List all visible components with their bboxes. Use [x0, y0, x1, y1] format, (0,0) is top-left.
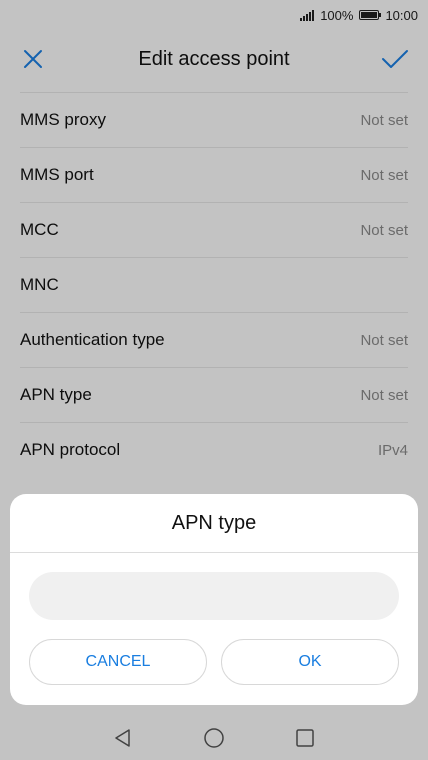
ok-button[interactable]: OK	[221, 639, 399, 685]
apn-type-dialog: APN type CANCEL OK	[10, 494, 418, 705]
apn-type-input[interactable]	[29, 572, 399, 620]
screen: 100% 10:00 Edit access point MMS proxy N…	[0, 0, 428, 760]
dialog-title: APN type	[10, 494, 418, 553]
cancel-button[interactable]: CANCEL	[29, 639, 207, 685]
